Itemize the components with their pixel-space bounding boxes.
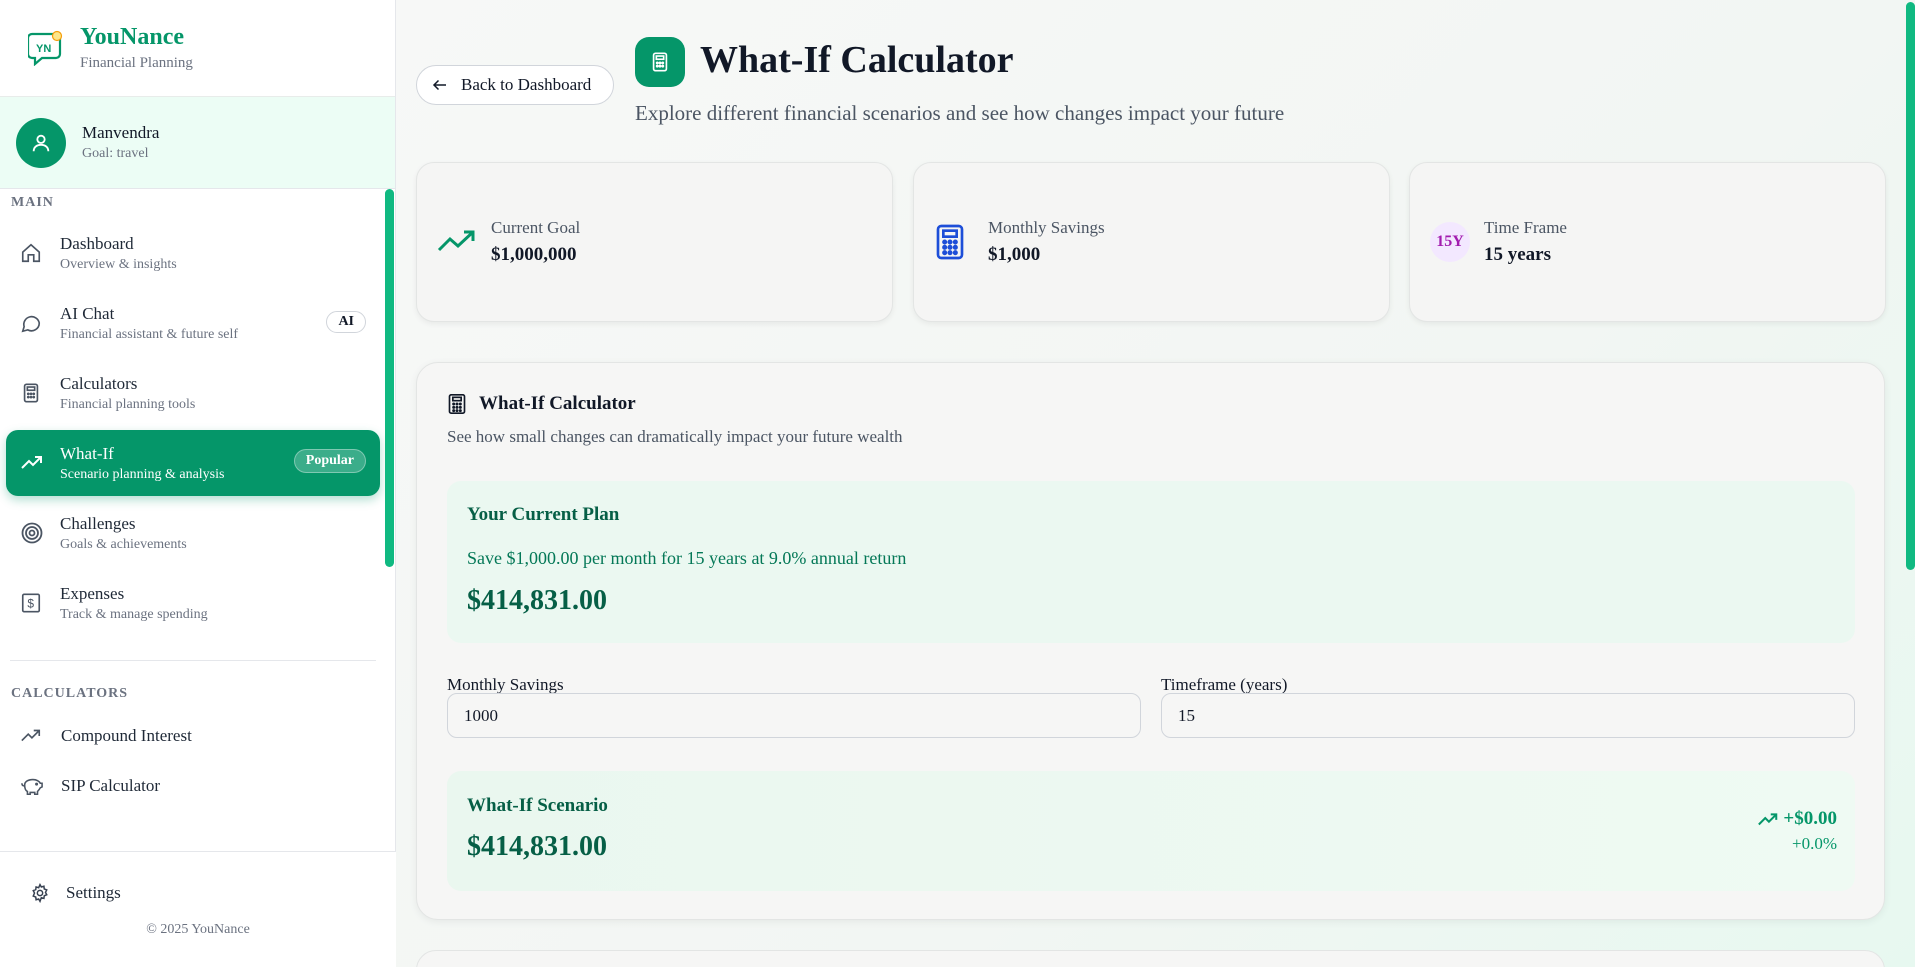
stat-value: $1,000,000 <box>491 244 577 265</box>
user-name: Manvendra <box>82 123 160 142</box>
sidebar-footer: Settings © 2025 YouNance <box>0 851 396 967</box>
sidebar-item-label: Compound Interest <box>61 726 192 745</box>
settings-link[interactable]: Settings <box>0 870 396 916</box>
sidebar-item-title: Dashboard <box>60 233 134 253</box>
sidebar-item-subtitle: Financial assistant & future self <box>60 326 239 342</box>
sidebar-item-title: Expenses <box>60 583 125 603</box>
chat-icon <box>20 312 60 334</box>
sidebar-item-subtitle: Financial planning tools <box>60 396 196 412</box>
calculator-icon <box>447 393 467 415</box>
trending-up-icon <box>20 451 60 475</box>
svg-text:YN: YN <box>36 43 51 55</box>
sidebar-item-challenges[interactable]: Challenges Goals & achievements <box>6 500 380 566</box>
scenario-value: $414,831.00 <box>467 831 607 862</box>
main-content: Back to Dashboard What-If Calculator Exp… <box>396 0 1915 967</box>
sidebar-scrollbar[interactable] <box>385 189 394 567</box>
current-plan-panel: Your Current Plan Save $1,000.00 per mon… <box>447 481 1855 643</box>
sidebar-item-calculators[interactable]: Calculators Financial planning tools <box>6 360 380 426</box>
brand[interactable]: YN YouNance Financial Planning <box>0 0 395 97</box>
back-to-dashboard-button[interactable]: Back to Dashboard <box>416 65 614 105</box>
main-scrollbar[interactable] <box>1906 2 1915 570</box>
trending-up-icon <box>437 228 491 256</box>
card-subtitle: See how small changes can dramatically i… <box>447 427 903 446</box>
divider <box>10 660 376 661</box>
user-goal: Goal: travel <box>82 146 149 161</box>
svg-text:$: $ <box>27 597 34 611</box>
section-label-main: MAIN <box>11 195 54 210</box>
current-plan-title: Your Current Plan <box>467 504 620 525</box>
brand-name: YouNance <box>80 24 185 51</box>
what-if-scenario-panel: What-If Scenario $414,831.00 +$0.00 +0.0… <box>447 771 1855 891</box>
home-icon <box>20 242 60 264</box>
back-button-label: Back to Dashboard <box>461 75 592 94</box>
gear-icon <box>30 883 66 903</box>
monthly-savings-label: Monthly Savings <box>447 675 564 694</box>
brand-tagline: Financial Planning <box>80 54 193 71</box>
calculator-icon <box>635 37 685 87</box>
sidebar-nav: MAIN Dashboard Overview & insights AI Cha… <box>0 190 386 811</box>
stat-value: $1,000 <box>988 244 1041 265</box>
scenario-delta-amount: +$0.00 <box>1783 808 1837 829</box>
sidebar-item-compound-interest[interactable]: Compound Interest <box>0 711 386 761</box>
scenario-delta-percent: +0.0% <box>1792 834 1837 853</box>
sidebar-item-subtitle: Scenario planning & analysis <box>60 466 225 482</box>
timeframe-label: Timeframe (years) <box>1161 675 1288 694</box>
user-profile[interactable]: Manvendra Goal: travel <box>0 97 395 189</box>
popular-badge: Popular <box>293 449 366 473</box>
stat-card-current-goal: Current Goal $1,000,000 <box>416 162 893 322</box>
section-label-calculators: CALCULATORS <box>11 686 129 701</box>
avatar <box>16 117 66 168</box>
stat-card-monthly-savings: Monthly Savings $1,000 <box>913 162 1390 322</box>
arrow-left-icon <box>431 76 449 94</box>
ai-badge: AI <box>326 311 366 333</box>
scenario-delta: +$0.00 <box>1757 808 1837 830</box>
user-icon <box>32 134 50 151</box>
card-title: What-If Calculator <box>479 393 636 414</box>
current-plan-description: Save $1,000.00 per month for 15 years at… <box>467 548 907 568</box>
sidebar-item-title: Calculators <box>60 373 138 393</box>
sidebar-item-what-if[interactable]: What-If Scenario planning & analysis Popu… <box>6 430 380 496</box>
target-icon <box>20 521 60 545</box>
dollar-receipt-icon: $ <box>20 592 60 614</box>
sidebar-item-sip-calculator[interactable]: SIP Calculator <box>0 761 386 811</box>
sidebar-item-ai-chat[interactable]: AI Chat Financial assistant & future self… <box>6 290 380 356</box>
sidebar: YN YouNance Financial Planning Manvendra… <box>0 0 396 967</box>
what-if-calculator-card: What-If Calculator See how small changes… <box>416 362 1885 920</box>
sidebar-item-dashboard[interactable]: Dashboard Overview & insights <box>6 220 380 286</box>
timeframe-input[interactable] <box>1161 693 1855 738</box>
stat-label: Monthly Savings <box>988 218 1105 237</box>
sidebar-item-expenses[interactable]: $ Expenses Track & manage spending <box>6 570 380 636</box>
sidebar-item-label: SIP Calculator <box>61 776 160 795</box>
page-subtitle: Explore different financial scenarios an… <box>635 101 1285 125</box>
settings-label: Settings <box>66 883 121 902</box>
calculator-icon <box>20 382 60 404</box>
next-card <box>416 950 1885 967</box>
calculator-icon <box>934 223 988 261</box>
trending-up-icon <box>20 725 61 747</box>
trending-up-icon <box>1757 811 1779 827</box>
scenario-title: What-If Scenario <box>467 795 608 816</box>
stat-value: 15 years <box>1484 244 1552 265</box>
stat-label: Time Frame <box>1484 218 1567 237</box>
monthly-savings-input[interactable] <box>447 693 1141 738</box>
sidebar-item-subtitle: Goals & achievements <box>60 536 187 552</box>
younance-logo-icon: YN <box>28 30 63 66</box>
piggy-bank-icon <box>20 775 61 797</box>
stat-card-time-frame: 15Y Time Frame 15 years <box>1409 162 1886 322</box>
current-plan-value: $414,831.00 <box>467 585 607 616</box>
page-title: What-If Calculator <box>700 39 1014 81</box>
sidebar-item-title: AI Chat <box>60 303 115 323</box>
sidebar-item-title: What-If <box>60 443 114 463</box>
sidebar-item-title: Challenges <box>60 513 136 533</box>
time-frame-badge: 15Y <box>1430 222 1470 262</box>
stat-label: Current Goal <box>491 218 581 237</box>
sidebar-item-subtitle: Overview & insights <box>60 256 177 272</box>
sidebar-item-subtitle: Track & manage spending <box>60 606 208 622</box>
copyright: © 2025 YouNance <box>146 922 250 937</box>
